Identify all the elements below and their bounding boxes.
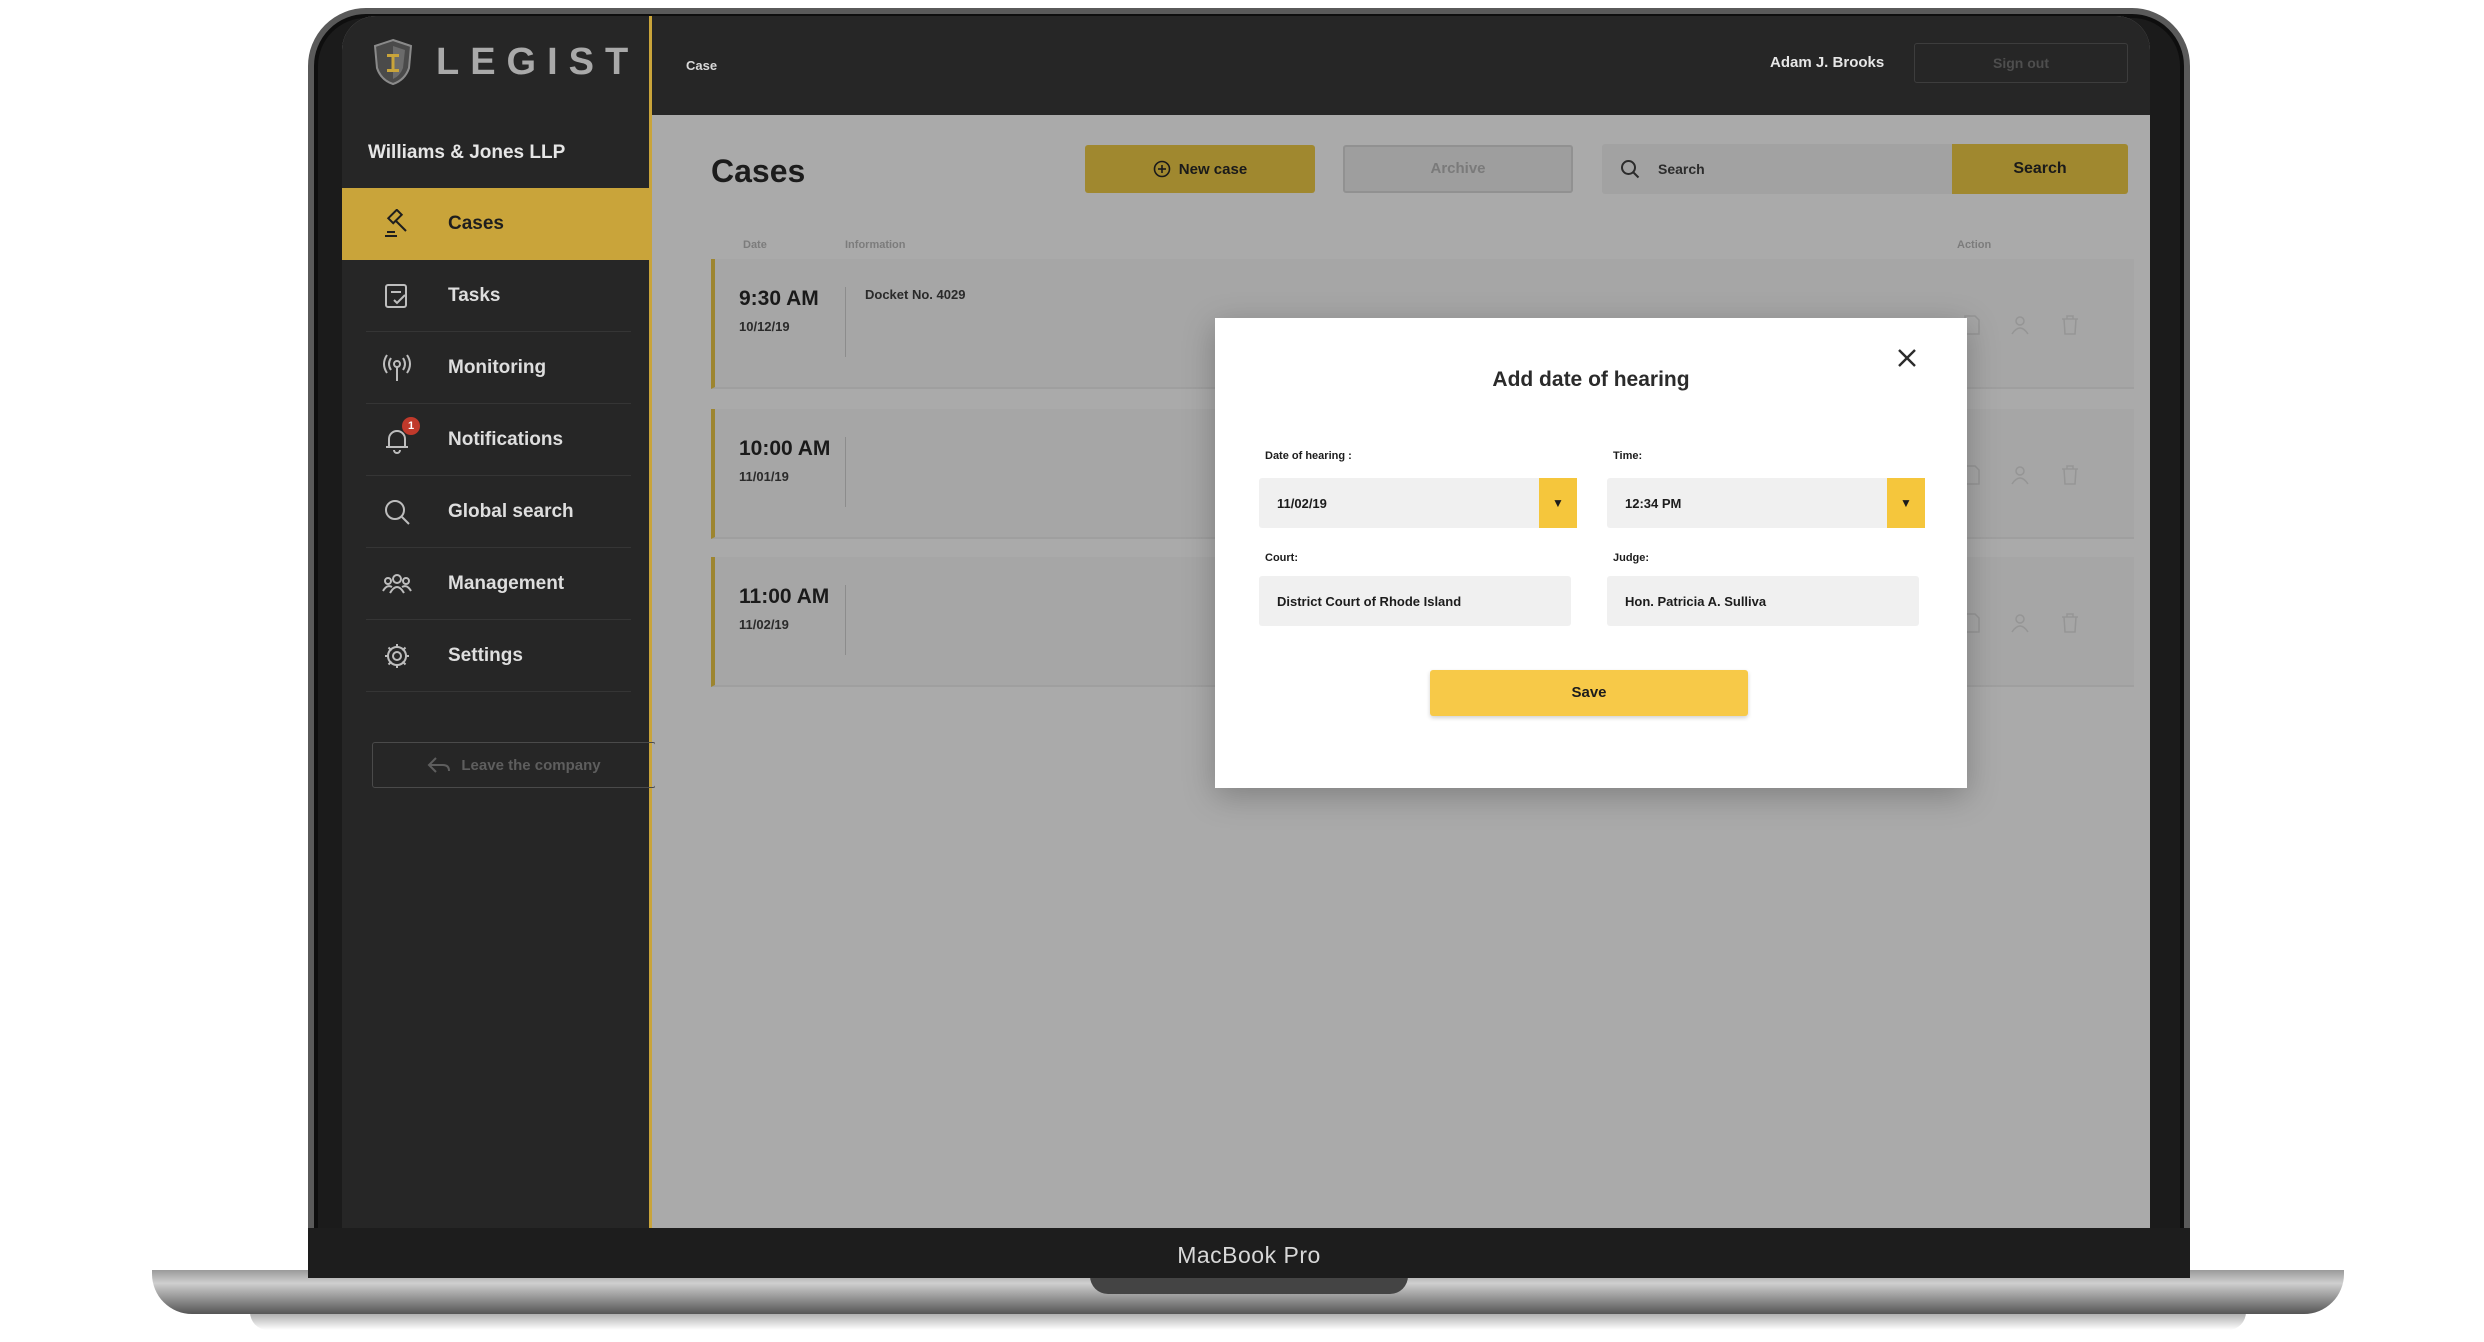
trash-icon[interactable] xyxy=(2061,465,2079,485)
time-label: Time: xyxy=(1613,450,1643,462)
laptop-shadow xyxy=(250,1312,2246,1330)
case-time: 11:00 AM xyxy=(739,585,830,608)
case-time: 9:30 AM xyxy=(739,287,819,310)
trash-icon[interactable] xyxy=(2061,315,2079,335)
row-divider xyxy=(845,437,846,507)
court-value: District Court of Rhode Island xyxy=(1277,593,1462,609)
sidebar-item-label: Tasks xyxy=(448,285,501,306)
row-actions xyxy=(1963,465,2079,485)
user-name[interactable]: Adam J. Brooks xyxy=(1770,54,1884,71)
save-button[interactable]: Save xyxy=(1430,670,1748,716)
app-screen: LEGIST Williams & Jones LLP Cases Tasks … xyxy=(342,16,2150,1228)
bell-icon-wrapper: 1 xyxy=(382,417,420,455)
judge-input[interactable]: Hon. Patricia A. Sulliva xyxy=(1607,576,1919,626)
dialog-title: Add date of hearing xyxy=(1492,368,1690,391)
assign-user-icon[interactable] xyxy=(2011,465,2031,485)
judge-value: Hon. Patricia A. Sulliva xyxy=(1625,593,1767,609)
row-divider xyxy=(845,585,846,655)
sidebar: LEGIST Williams & Jones LLP Cases Tasks … xyxy=(342,16,656,1228)
case-date: 11/02/19 xyxy=(739,617,789,632)
device-label: MacBook Pro xyxy=(1177,1242,1321,1268)
notification-badge: 1 xyxy=(402,417,420,435)
new-case-button[interactable]: New case xyxy=(1085,145,1315,193)
case-info: Docket No. 4029 xyxy=(865,287,966,302)
search-icon xyxy=(385,500,410,525)
tasks-icon xyxy=(385,284,407,308)
chevron-down-icon[interactable]: ▼ xyxy=(1539,478,1577,528)
leave-company-button[interactable]: Leave the company xyxy=(372,742,656,788)
company-name: Williams & Jones LLP xyxy=(368,142,566,163)
sidebar-item-cases[interactable]: Cases xyxy=(342,188,649,260)
assign-user-icon[interactable] xyxy=(2011,613,2031,633)
judge-label: Judge: xyxy=(1613,552,1650,564)
chevron-down-icon[interactable]: ▼ xyxy=(1887,478,1925,528)
sidebar-nav: Cases Tasks Monitoring 1 Notifications G… xyxy=(342,188,649,692)
broadcast-icon xyxy=(383,354,411,381)
app-logo: LEGIST xyxy=(372,38,639,86)
search-placeholder: Search xyxy=(1658,161,1705,177)
add-hearing-dialog: Add date of hearing Date of hearing : 11… xyxy=(1215,318,1967,788)
sidebar-item-label: Cases xyxy=(448,213,504,234)
case-date: 11/01/19 xyxy=(739,469,789,484)
case-date: 10/12/19 xyxy=(739,319,790,334)
page-title: Cases xyxy=(711,153,806,189)
top-header: Case Adam J. Brooks Sign out xyxy=(652,16,2150,115)
new-case-label: New case xyxy=(1178,160,1248,178)
sidebar-item-global-search[interactable]: Global search xyxy=(342,476,649,548)
time-select[interactable]: 12:34 PM ▼ xyxy=(1607,478,1925,528)
column-header-information: Information xyxy=(845,239,906,251)
leave-company-label: Leave the company xyxy=(461,756,601,774)
search-button[interactable]: Search xyxy=(1952,144,2128,194)
date-of-hearing-select[interactable]: 11/02/19 ▼ xyxy=(1259,478,1577,528)
sidebar-item-label: Notifications xyxy=(448,429,564,450)
sidebar-item-label: Management xyxy=(448,573,565,594)
search-input[interactable]: Search xyxy=(1602,144,1952,194)
brand-name: LEGIST xyxy=(436,40,640,83)
shield-logo-icon xyxy=(373,38,413,86)
sidebar-item-label: Monitoring xyxy=(448,357,547,378)
row-actions xyxy=(1963,613,2079,633)
court-input[interactable]: District Court of Rhode Island xyxy=(1259,576,1571,626)
sidebar-item-label: Global search xyxy=(448,501,574,522)
time-value: 12:34 PM xyxy=(1625,495,1682,511)
assign-user-icon[interactable] xyxy=(2011,315,2031,335)
column-header-action: Action xyxy=(1957,239,1992,251)
sidebar-item-management[interactable]: Management xyxy=(342,548,649,620)
archive-button[interactable]: Archive xyxy=(1343,145,1573,193)
row-actions xyxy=(1963,315,2079,335)
date-of-hearing-value: 11/02/19 xyxy=(1277,495,1327,511)
gavel-icon xyxy=(385,209,407,237)
sign-out-button[interactable]: Sign out xyxy=(1914,43,2128,83)
close-icon[interactable] xyxy=(1895,346,1919,370)
breadcrumb[interactable]: Case xyxy=(686,58,717,73)
sidebar-item-label: Settings xyxy=(448,645,523,666)
date-of-hearing-label: Date of hearing : xyxy=(1265,450,1352,462)
sidebar-item-notifications[interactable]: 1 Notifications xyxy=(342,404,649,476)
sidebar-item-tasks[interactable]: Tasks xyxy=(342,260,649,332)
gear-icon xyxy=(385,644,409,668)
laptop-mockup: MacBook Pro LEGIST Williams & Jones LLP xyxy=(0,0,2484,1342)
case-time: 10:00 AM xyxy=(739,437,831,460)
people-icon xyxy=(382,574,412,594)
column-header-date: Date xyxy=(743,239,767,251)
plus-circle-icon xyxy=(1153,160,1171,178)
trash-icon[interactable] xyxy=(2061,613,2079,633)
sidebar-item-settings[interactable]: Settings xyxy=(342,620,649,692)
sidebar-item-monitoring[interactable]: Monitoring xyxy=(342,332,649,404)
laptop-chin: MacBook Pro xyxy=(308,1228,2190,1278)
court-label: Court: xyxy=(1265,552,1298,564)
row-divider xyxy=(845,287,846,357)
search-icon xyxy=(1621,160,1640,179)
reply-arrow-icon xyxy=(427,757,451,773)
